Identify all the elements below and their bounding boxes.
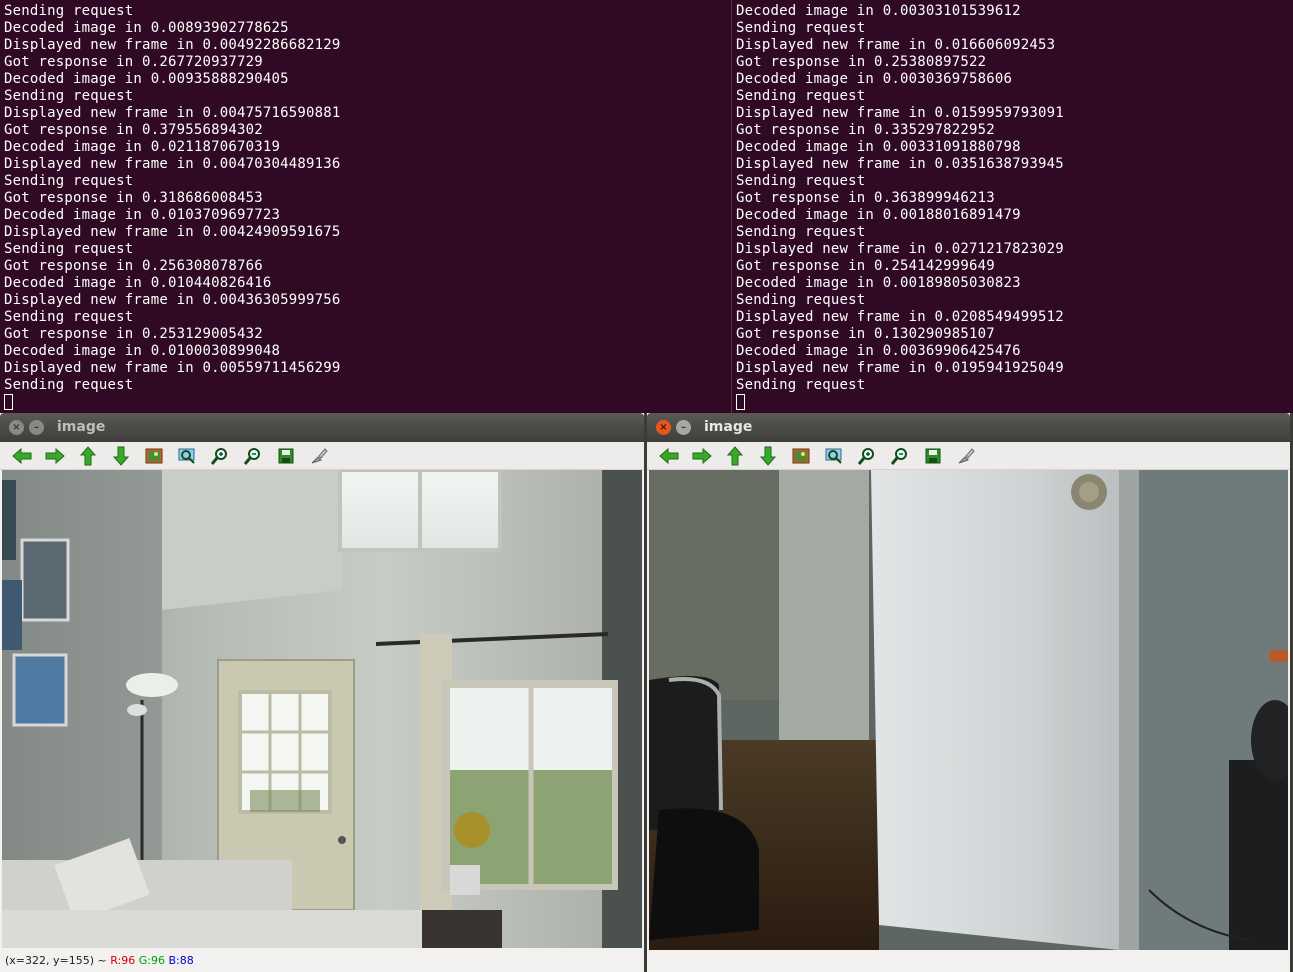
terminal-line: Displayed new frame in 0.0159959793091 [736,105,1064,121]
close-button[interactable]: × [656,420,671,435]
window-title: image [704,419,753,435]
terminal-line: Displayed new frame in 0.00475716590881 [4,105,341,121]
terminal-line: Decoded image in 0.00893902778625 [4,20,289,36]
terminal-line: Decoded image in 0.00935888290405 [4,71,289,87]
cursor-coords: (x=322, y=155) ~ [5,954,111,967]
terminal-line: Decoded image in 0.0103709697723 [4,207,281,223]
terminal-line: Sending request [4,309,134,325]
terminal-line: Got response in 0.25380897522 [736,54,987,70]
pixel-b-value: B:88 [168,954,194,967]
terminal-line: Decoded image in 0.010440826416 [4,275,272,291]
camera-image-living-room[interactable] [2,470,642,948]
properties-icon[interactable] [956,446,976,466]
terminal-line: Sending request [4,3,134,19]
terminal-line: Got response in 0.363899946213 [736,190,995,206]
pixel-r-value: R:96 [110,954,136,967]
image-window-left: × – image (x=322, y=155) ~ R:96 G:96 B:8… [0,413,644,972]
zoom-fit-icon[interactable] [144,446,164,466]
terminal-line: Displayed new frame in 0.00470304489136 [4,156,341,172]
save-icon[interactable] [276,446,296,466]
image-window-right: × – image [647,413,1290,972]
terminal-line: Decoded image in 0.00369906425476 [736,343,1021,359]
terminal-line: Displayed new frame in 0.00424909591675 [4,224,341,240]
save-icon[interactable] [923,446,943,466]
terminal-line: Decoded image in 0.0030369758606 [736,71,1013,87]
zoom-in-icon[interactable] [857,446,877,466]
terminal-line: Sending request [736,377,866,393]
terminal-line: Got response in 0.254142999649 [736,258,995,274]
arrow-right-icon[interactable] [45,446,65,466]
terminal-left[interactable]: Sending request Decoded image in 0.008939… [0,0,731,413]
pixel-g-value: G:96 [138,954,165,967]
arrow-down-icon[interactable] [758,446,778,466]
terminal-line: Decoded image in 0.00189805030823 [736,275,1021,291]
terminal-line: Displayed new frame in 0.00559711456299 [4,360,341,376]
arrow-up-icon[interactable] [78,445,98,466]
status-bar: (x=322, y=155) ~ R:96 G:96 B:88 [0,950,644,972]
zoom-out-icon[interactable] [890,446,910,466]
terminal-line: Displayed new frame in 0.0351638793945 [736,156,1064,172]
terminal-line: Displayed new frame in 0.00492286682129 [4,37,341,53]
zoom-fit-icon[interactable] [791,446,811,466]
terminal-line: Sending request [4,173,134,189]
terminal-prompt-line [4,394,731,411]
terminal-cursor [736,394,745,410]
arrow-down-icon[interactable] [111,446,131,466]
terminal-line: Displayed new frame in 0.016606092453 [736,37,1056,53]
arrow-left-icon[interactable] [659,446,679,466]
terminal-line: Displayed new frame in 0.0271217823029 [736,241,1064,257]
close-button[interactable]: × [9,420,24,435]
terminal-line: Displayed new frame in 0.0195941925049 [736,360,1064,376]
properties-icon[interactable] [309,446,329,466]
terminal-line: Got response in 0.318686008453 [4,190,263,206]
camera-image-door[interactable] [649,470,1288,950]
zoom-region-icon[interactable] [824,446,844,466]
terminal-right[interactable]: Decoded image in 0.00303101539612 Sending… [732,0,1293,413]
terminal-line: Decoded image in 0.00331091880798 [736,139,1021,155]
terminal-line: Got response in 0.130290985107 [736,326,995,342]
terminal-line: Sending request [736,292,866,308]
minimize-button[interactable]: – [676,420,691,435]
terminal-line: Got response in 0.253129005432 [4,326,263,342]
zoom-region-icon[interactable] [177,446,197,466]
terminal-line: Got response in 0.267720937729 [4,54,263,70]
toolbar [647,442,1290,470]
terminal-line: Sending request [736,88,866,104]
terminal-line: Displayed new frame in 0.00436305999756 [4,292,341,308]
toolbar [0,442,644,470]
terminal-prompt-line [736,394,1293,411]
window-title: image [57,419,106,435]
terminal-line: Got response in 0.379556894302 [4,122,263,138]
terminal-line: Decoded image in 0.00188016891479 [736,207,1021,223]
terminal-line: Sending request [736,20,866,36]
terminal-line: Decoded image in 0.00303101539612 [736,3,1021,19]
terminal-cursor [4,394,13,410]
terminal-line: Displayed new frame in 0.0208549499512 [736,309,1064,325]
minimize-button[interactable]: – [29,420,44,435]
terminal-line: Got response in 0.256308078766 [4,258,263,274]
zoom-out-icon[interactable] [243,446,263,466]
terminal-line: Sending request [4,377,134,393]
terminal-line: Sending request [736,173,866,189]
arrow-left-icon[interactable] [12,446,32,466]
terminal-line: Sending request [736,224,866,240]
terminal-line: Decoded image in 0.0100030899048 [4,343,281,359]
status-bar [647,950,1290,972]
terminal-line: Sending request [4,241,134,257]
zoom-in-icon[interactable] [210,446,230,466]
terminal-line: Decoded image in 0.0211870670319 [4,139,281,155]
arrow-up-icon[interactable] [725,445,745,466]
terminal-line: Sending request [4,88,134,104]
terminal-line: Got response in 0.335297822952 [736,122,995,138]
arrow-right-icon[interactable] [692,446,712,466]
titlebar[interactable]: × – image [647,413,1290,442]
titlebar[interactable]: × – image [0,413,644,442]
